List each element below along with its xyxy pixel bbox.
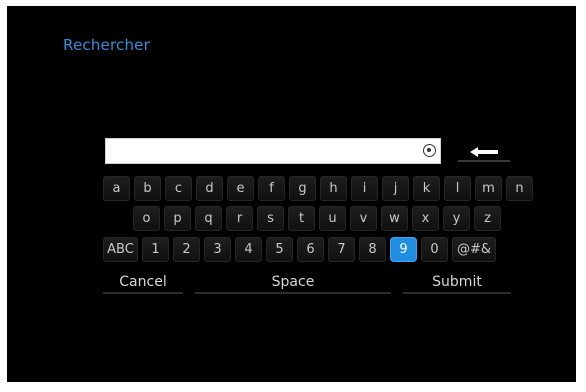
key[interactable]: u — [319, 206, 346, 231]
key[interactable]: m — [475, 176, 502, 201]
key[interactable]: i — [351, 176, 378, 201]
key[interactable]: j — [382, 176, 409, 201]
page-title: Rechercher — [63, 36, 150, 54]
key[interactable]: a — [103, 176, 130, 201]
key[interactable]: x — [412, 206, 439, 231]
key[interactable]: f — [258, 176, 285, 201]
key[interactable]: 3 — [204, 237, 231, 262]
key-abc[interactable]: ABC — [103, 237, 138, 262]
key[interactable]: w — [381, 206, 408, 231]
key-selected[interactable]: 9 — [390, 237, 417, 262]
backspace-button[interactable] — [458, 144, 510, 162]
key[interactable]: p — [164, 206, 191, 231]
key[interactable]: 0 — [421, 237, 448, 262]
search-field[interactable] — [105, 138, 441, 164]
keyboard-row-1: a b c d e f g h i j k l m n — [103, 176, 533, 201]
key[interactable]: 8 — [359, 237, 386, 262]
key[interactable]: e — [227, 176, 254, 201]
tv-screen: Rechercher a b c d e f g h i j k l m n o… — [7, 6, 576, 382]
key[interactable]: l — [444, 176, 471, 201]
key[interactable]: c — [165, 176, 192, 201]
key[interactable]: 2 — [173, 237, 200, 262]
keyboard-row-2: o p q r s t u v w x y z — [133, 206, 501, 231]
clear-icon[interactable] — [423, 144, 436, 157]
key[interactable]: 4 — [235, 237, 262, 262]
keyboard-row-3: ABC 1 2 3 4 5 6 7 8 9 0 @#& — [103, 237, 496, 262]
key[interactable]: h — [320, 176, 347, 201]
key[interactable]: k — [413, 176, 440, 201]
key[interactable]: 1 — [142, 237, 169, 262]
key[interactable]: v — [350, 206, 377, 231]
key[interactable]: z — [474, 206, 501, 231]
key[interactable]: r — [226, 206, 253, 231]
key[interactable]: s — [257, 206, 284, 231]
key[interactable]: g — [289, 176, 316, 201]
key[interactable]: 5 — [266, 237, 293, 262]
key[interactable]: d — [196, 176, 223, 201]
key[interactable]: b — [134, 176, 161, 201]
space-button[interactable]: Space — [195, 272, 391, 294]
submit-button[interactable]: Submit — [403, 272, 511, 294]
backspace-arrow-icon — [470, 147, 498, 157]
cancel-button[interactable]: Cancel — [103, 272, 183, 294]
key[interactable]: 7 — [328, 237, 355, 262]
key-symbols[interactable]: @#& — [452, 237, 496, 262]
key[interactable]: o — [133, 206, 160, 231]
key[interactable]: n — [506, 176, 533, 201]
key[interactable]: 6 — [297, 237, 324, 262]
key[interactable]: q — [195, 206, 222, 231]
key[interactable]: y — [443, 206, 470, 231]
search-input[interactable] — [106, 139, 418, 163]
key[interactable]: t — [288, 206, 315, 231]
